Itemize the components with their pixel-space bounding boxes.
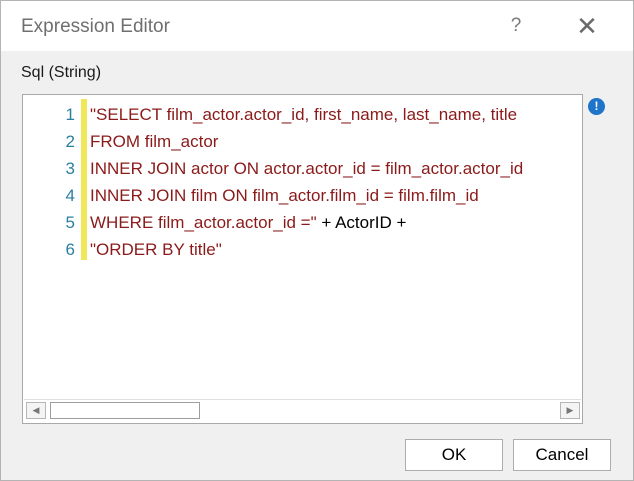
line-number: 2 [65, 132, 75, 151]
code-line: FROM film_actor [90, 128, 523, 155]
title-bar: Expression Editor ? ✕ [1, 1, 633, 51]
string-literal-token: "SELECT film_actor.actor_id, first_name,… [90, 105, 518, 124]
cancel-button[interactable]: Cancel [513, 439, 611, 471]
info-icon[interactable]: ! [588, 98, 605, 115]
string-literal-token: WHERE film_actor.actor_id =" [90, 213, 317, 232]
line-number: 1 [65, 105, 75, 124]
line-number: 5 [65, 213, 75, 232]
scroll-left-arrow-icon[interactable]: ◀ [26, 402, 46, 419]
line-number-gutter: 1 2 3 4 5 6 [23, 101, 79, 263]
window-title: Expression Editor [21, 16, 170, 37]
code-line: "SELECT film_actor.actor_id, first_name,… [90, 101, 523, 128]
change-indicator-bar [81, 99, 87, 260]
line-number: 3 [65, 159, 75, 178]
scroll-thumb[interactable] [50, 402, 200, 419]
code-token: + ActorID + [316, 213, 407, 232]
field-label: Sql (String) [21, 64, 102, 81]
string-literal-token: FROM film_actor [90, 132, 219, 151]
code-line: WHERE film_actor.actor_id =" + ActorID + [90, 209, 523, 236]
line-number: 4 [65, 186, 75, 205]
code-line: INNER JOIN film ON film_actor.film_id = … [90, 182, 523, 209]
expression-editor-dialog: Expression Editor ? ✕ Sql (String) 1 2 3 4 5… [0, 0, 634, 481]
string-literal-token: "ORDER BY title" [90, 240, 222, 259]
ok-button[interactable]: OK [405, 439, 503, 471]
code-area[interactable]: "SELECT film_actor.actor_id, first_name,… [90, 101, 523, 263]
help-button[interactable]: ? [498, 7, 534, 45]
string-literal-token: INNER JOIN actor ON actor.actor_id = fil… [90, 159, 524, 178]
close-button[interactable]: ✕ [567, 7, 607, 45]
scroll-right-arrow-icon[interactable]: ▶ [560, 402, 580, 419]
string-literal-token: INNER JOIN film ON film_actor.film_id = … [90, 186, 479, 205]
code-line: INNER JOIN actor ON actor.actor_id = fil… [90, 155, 523, 182]
code-editor[interactable]: 1 2 3 4 5 6 "SELECT film_actor.actor_id, firs… [22, 94, 583, 424]
line-number: 6 [65, 240, 75, 259]
horizontal-scrollbar[interactable]: ◀ ▶ [24, 399, 581, 422]
code-line: "ORDER BY title" [90, 236, 523, 263]
